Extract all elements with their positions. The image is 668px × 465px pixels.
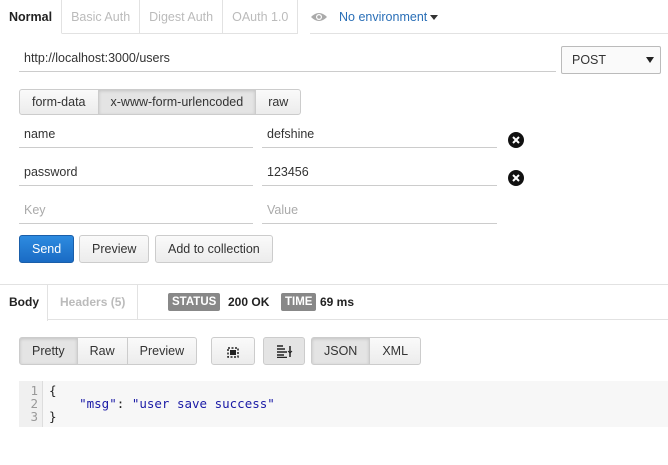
remove-param-icon[interactable] (508, 170, 524, 186)
body-type-urlencoded[interactable]: x-www-form-urlencoded (97, 89, 257, 115)
auth-tabs: Normal Basic Auth Digest Auth OAuth 1.0 (0, 0, 299, 34)
view-raw-button[interactable]: Raw (76, 337, 128, 365)
status-badge: STATUS (168, 293, 221, 311)
param-key-field[interactable]: password (19, 158, 253, 186)
format-xml-button[interactable]: XML (369, 337, 422, 365)
new-param-key-input[interactable]: Key (19, 196, 253, 224)
chevron-down-icon (430, 14, 439, 20)
new-param-value-input[interactable]: Value (262, 196, 497, 224)
code-line: } (49, 409, 57, 424)
view-mode-group: Pretty Raw Preview (19, 337, 198, 365)
fullscreen-icon (227, 346, 239, 361)
fullscreen-button[interactable] (211, 337, 255, 365)
eye-icon[interactable] (310, 11, 328, 23)
environment-area: No environment (310, 0, 668, 34)
wrap-lines-button[interactable] (263, 337, 305, 365)
remove-param-icon[interactable] (508, 132, 524, 148)
body-type-group: form-data x-www-form-urlencoded raw (19, 89, 302, 115)
body-type-form-data[interactable]: form-data (19, 89, 99, 115)
view-preview-button[interactable]: Preview (126, 337, 198, 365)
tab-digest-auth[interactable]: Digest Auth (140, 0, 224, 34)
response-bar: Body Headers (5) STATUS 200 OK TIME 69 m… (0, 284, 668, 321)
code-line: "msg": "user save success" (49, 397, 275, 410)
environment-label: No environment (339, 9, 428, 24)
param-value-field[interactable]: 123456 (262, 158, 497, 186)
response-code-view[interactable]: 1 2 3 { "msg": "user save success"} (19, 381, 668, 427)
method-select[interactable]: POST (561, 46, 661, 74)
add-to-collection-button[interactable]: Add to collection (155, 235, 273, 263)
code-lines: { "msg": "user save success"} (49, 384, 275, 423)
send-button[interactable]: Send (19, 235, 75, 263)
preview-button[interactable]: Preview (79, 235, 150, 263)
view-pretty-button[interactable]: Pretty (19, 337, 78, 365)
url-input[interactable]: http://localhost:3000/users (19, 44, 556, 72)
wrap-lines-icon (276, 345, 293, 361)
format-json-button[interactable]: JSON (311, 337, 371, 365)
time-badge: TIME (281, 293, 317, 311)
json-separator: : (116, 396, 132, 411)
time-value: 69 ms (320, 295, 355, 309)
tab-oauth[interactable]: OAuth 1.0 (223, 0, 299, 34)
json-key: "msg" (79, 396, 117, 411)
tab-headers[interactable]: Headers (5) (49, 285, 138, 320)
tab-normal[interactable]: Normal (0, 0, 63, 34)
json-value: "user save success" (131, 396, 275, 411)
param-value-field[interactable]: defshine (262, 120, 497, 148)
tab-basic-auth[interactable]: Basic Auth (62, 0, 141, 34)
param-key-field[interactable]: name (19, 120, 253, 148)
line-numbers: 1 2 3 (19, 381, 43, 427)
method-value: POST (572, 53, 607, 67)
line-number: 3 (30, 409, 38, 424)
chevron-down-icon (646, 57, 654, 63)
status-value: 200 OK (228, 295, 270, 309)
tab-body[interactable]: Body (0, 285, 48, 321)
body-type-raw[interactable]: raw (255, 89, 302, 115)
environment-dropdown[interactable]: No environment (339, 9, 439, 24)
format-group: JSON XML (311, 337, 422, 365)
